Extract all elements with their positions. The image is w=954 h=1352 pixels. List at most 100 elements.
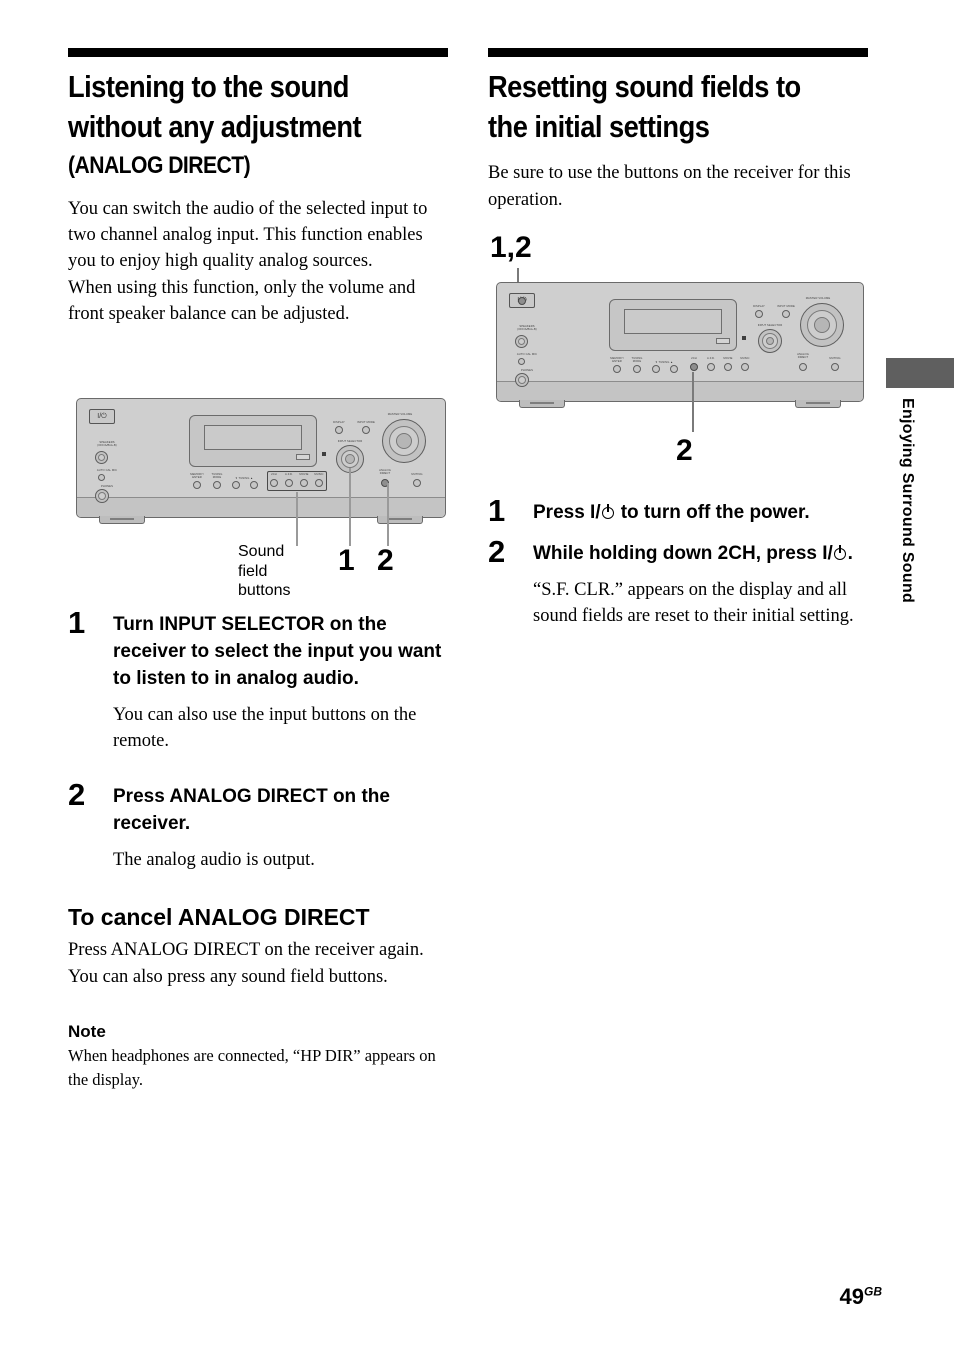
callout-line-2ch [692, 372, 694, 432]
left-steps: 1 Turn INPUT SELECTOR on the receiver to… [68, 607, 450, 1091]
left-title-line2: without any adjustment [68, 108, 362, 144]
power-button-highlight [518, 297, 526, 305]
left-title-subtitle: (ANALOG DIRECT) [68, 152, 251, 180]
input-mode-label: INPUT MODE [357, 421, 375, 424]
speakers-knob [95, 451, 108, 464]
left-section-title: Listening to the sound without any adjus… [68, 67, 446, 182]
button-2ch-right [690, 363, 698, 371]
page-number-value: 49 [839, 1284, 864, 1309]
tuning-label-right: ▼ TUNING ▲ [654, 361, 674, 364]
button-2ch-label: 2CH [271, 473, 277, 476]
step-1-left: 1 Turn INPUT SELECTOR on the receiver to… [68, 607, 450, 754]
tuning-down-button-right [652, 365, 660, 373]
button-music-right [741, 363, 749, 371]
display-window-right [609, 299, 737, 351]
right-column: Resetting sound fields to the initial se… [488, 48, 868, 213]
left-title-line1: Listening to the sound [68, 69, 349, 104]
analog-direct-button-right [799, 363, 807, 371]
callout-number-1: 1 [338, 544, 355, 577]
muting-label-right: MUTING [829, 357, 841, 360]
display-button [335, 426, 343, 434]
section-rule-left [68, 48, 448, 57]
power-symbol-1: I/ [590, 502, 615, 523]
master-volume-knob-right [800, 303, 844, 347]
button-afd-label: A.F.D. [285, 473, 293, 476]
tuning-up-button-right [670, 365, 678, 373]
callout-line-1 [349, 468, 351, 546]
master-volume-label-right: MASTER VOLUME [805, 297, 831, 300]
callout-number-2: 2 [377, 544, 394, 577]
callout-number-2-right: 2 [676, 434, 693, 467]
step-2-number-right: 2 [488, 533, 506, 569]
right-section-title: Resetting sound fields to the initial se… [488, 67, 866, 146]
speakers-label: SPEAKERS (OFF/A/B/A+B) [97, 441, 117, 447]
display-indicator-right [715, 337, 730, 344]
button-afd [285, 479, 293, 487]
callout-line-2 [387, 483, 389, 546]
note-heading: Note [68, 1022, 106, 1042]
button-movie-label: MOVIE [299, 473, 309, 476]
input-selector-label-right: INPUT SELECTOR [757, 324, 783, 327]
step-1-number-right: 1 [488, 493, 506, 528]
display-button-label-right: DISPLAY [753, 305, 765, 308]
button-afd-right [707, 363, 715, 371]
receiver-illustration-left: I/⏻ SPEAKERS (OFF/A/B/A+B) AUTO CAL MIC P… [76, 398, 446, 524]
muting-button [413, 479, 421, 487]
display-window-left [189, 415, 317, 467]
tuning-down-button [232, 481, 240, 489]
input-mode-button-right [782, 310, 790, 318]
button-2ch [270, 479, 278, 487]
auto-cal-mic-jack [98, 474, 105, 481]
step-1-heading: Turn INPUT SELECTOR on the receiver to s… [113, 614, 442, 689]
receiver-foot-left-right [519, 400, 565, 408]
page-number: 49GB [840, 1284, 882, 1310]
cancel-heading: To cancel ANALOG DIRECT [68, 903, 370, 930]
tuning-mode-button-right [633, 365, 641, 373]
display-screen [203, 425, 303, 450]
left-intro-paragraph-2: When using this function, only the volum… [68, 277, 416, 325]
step-1-heading-right: Press I/ to turn off the power. [533, 500, 870, 527]
tuning-mode-label: TUNING MODE [211, 473, 223, 479]
display-indicator [295, 453, 310, 460]
side-tab-label: Enjoying Surround Sound [899, 398, 916, 604]
callout-line-sound-field [296, 492, 298, 546]
input-selector-knob-right [758, 329, 782, 353]
side-tab-marker [886, 358, 954, 388]
right-intro-paragraph: Be sure to use the buttons on the receiv… [488, 163, 851, 210]
button-music [315, 479, 323, 487]
right-title-line1: Resetting sound fields to [488, 69, 801, 104]
button-music-label-right: MUSIC [740, 357, 750, 360]
display-button-right [755, 310, 763, 318]
step-2-result-right: “S.F. CLR.” appears on the display and a… [533, 579, 854, 627]
display-button-label: DISPLAY [333, 421, 345, 424]
cancel-body-2: You can also press any sound field butto… [68, 966, 388, 987]
speakers-label-right: SPEAKERS (OFF/A/B/A+B) [517, 325, 537, 331]
phones-label: PHONES [101, 485, 113, 488]
page-region-code: GB [864, 1284, 882, 1299]
button-movie-label-right: MOVIE [723, 357, 733, 360]
step-2-heading-right: While holding down 2CH, press I/. [533, 541, 870, 568]
step-2-heading: Press ANALOG DIRECT on the receiver. [113, 786, 390, 835]
section-rule-right [488, 48, 868, 57]
phones-jack [95, 489, 109, 503]
cancel-body-1: Press ANALOG DIRECT on the receiver agai… [68, 940, 424, 961]
analog-direct-label-right: ANALOG DIRECT [797, 353, 809, 359]
right-steps: 1 Press I/ to turn off the power. 2 Whil… [488, 495, 870, 629]
ir-sensor [322, 452, 326, 456]
power-button-left: I/⏻ [89, 409, 115, 424]
master-volume-label: MASTER VOLUME [387, 413, 413, 416]
button-music-label: MUSIC [314, 473, 324, 476]
receiver-foot-right [377, 516, 423, 524]
tuning-label: ▼ TUNING ▲ [234, 477, 254, 480]
step-2-number: 2 [68, 777, 86, 813]
phones-jack-right [515, 373, 529, 387]
note-body: When headphones are connected, “HP DIR” … [68, 1046, 436, 1089]
tuning-mode-label-right: TUNING MODE [631, 357, 643, 363]
receiver-plinth-right [497, 382, 863, 401]
display-screen-right [623, 309, 723, 334]
sound-field-callout-label: Sound field buttons [238, 543, 291, 600]
step-1-right: 1 Press I/ to turn off the power. [488, 495, 870, 527]
receiver-foot-right-right [795, 400, 841, 408]
step-1-number: 1 [68, 605, 86, 640]
callout-number-1-2: 1,2 [490, 231, 532, 264]
